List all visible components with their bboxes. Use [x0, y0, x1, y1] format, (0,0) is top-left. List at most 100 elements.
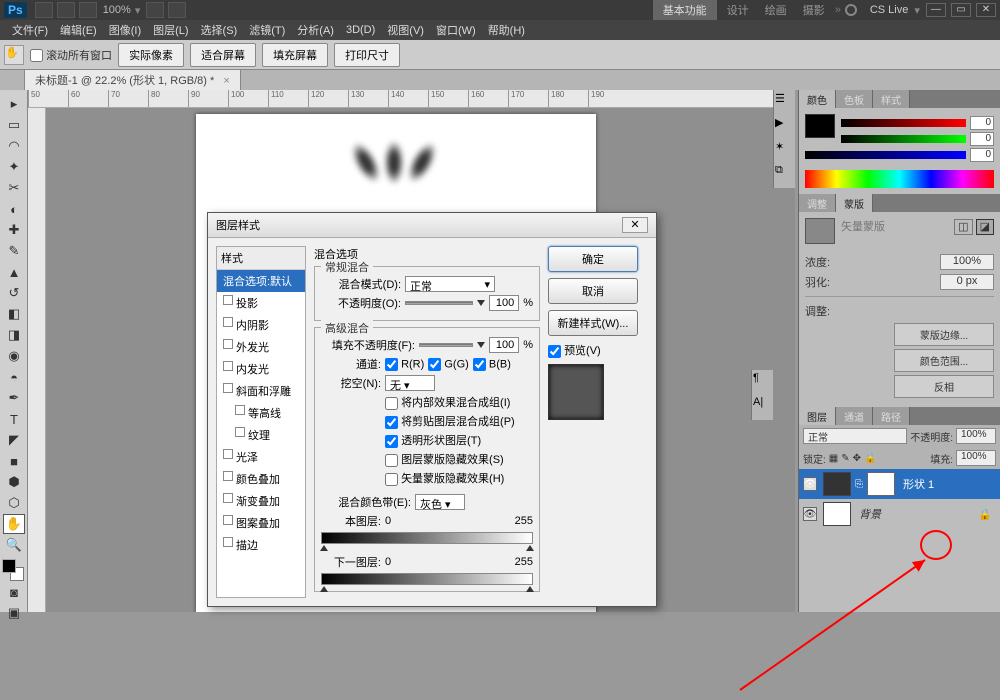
tab-adjust[interactable]: 调整 [799, 194, 836, 212]
style-item-texture[interactable]: 纹理 [217, 424, 305, 446]
minimize-button[interactable]: — [926, 3, 946, 17]
scroll-all-check[interactable]: 滚动所有窗口 [30, 47, 112, 63]
close-tab-icon[interactable]: × [223, 75, 229, 87]
preview-check[interactable]: 预览(V) [548, 345, 601, 357]
crop-tool-icon[interactable]: ✂ [3, 178, 25, 198]
character-panel-icon[interactable]: A| [753, 396, 773, 418]
mask-edge-button[interactable]: 蒙版边缘... [894, 323, 994, 346]
adv-check-3[interactable]: 透明形状图层(T) [385, 432, 481, 448]
ok-button[interactable]: 确定 [548, 246, 638, 272]
blur-tool-icon[interactable]: ◉ [3, 346, 25, 366]
layer-thumb[interactable] [823, 472, 851, 496]
print-size-button[interactable]: 打印尺寸 [334, 43, 400, 67]
menu-window[interactable]: 窗口(W) [430, 22, 482, 38]
adv-check-1[interactable]: 将内部效果混合成组(I) [385, 394, 510, 410]
this-layer-gradient[interactable] [321, 532, 533, 544]
blend-if-select[interactable]: 灰色 ▾ [415, 494, 465, 510]
heal-tool-icon[interactable]: ✚ [3, 220, 25, 240]
ch-b-check[interactable]: B(B) [473, 358, 511, 371]
vector-mask-thumb[interactable] [867, 472, 895, 496]
window-arrange-2-icon[interactable] [57, 2, 75, 18]
fit-screen-button[interactable]: 适合屏幕 [190, 43, 256, 67]
style-item-contour[interactable]: 等高线 [217, 402, 305, 424]
fill-opacity-slider[interactable] [419, 343, 473, 347]
style-item-gradoverlay[interactable]: 渐变叠加 [217, 490, 305, 512]
layer-thumb[interactable] [823, 502, 851, 526]
invert-button[interactable]: 反相 [894, 375, 994, 398]
new-style-button[interactable]: 新建样式(W)... [548, 310, 638, 336]
fg-bg-swatches[interactable] [2, 559, 24, 581]
gradient-tool-icon[interactable]: ◨ [3, 325, 25, 345]
opacity-slider[interactable] [405, 301, 473, 305]
fill-opacity-input[interactable]: 100 [489, 337, 519, 353]
tab-color[interactable]: 颜色 [799, 90, 836, 108]
actions-panel-icon[interactable]: ▶ [775, 116, 795, 138]
menu-analysis[interactable]: 分析(A) [291, 22, 340, 38]
close-button[interactable]: ✕ [976, 3, 996, 17]
color-range-button[interactable]: 颜色范围... [894, 349, 994, 372]
tab-paths[interactable]: 路径 [873, 407, 910, 425]
3d-tool-icon[interactable]: ⬢ [3, 472, 25, 492]
shape-tool-icon[interactable]: ■ [3, 451, 25, 471]
lock-pixel-icon[interactable]: ✎ [841, 453, 849, 464]
tab-masks[interactable]: 蒙版 [836, 194, 873, 212]
ch-g-check[interactable]: G(G) [428, 358, 469, 371]
tab-swatches[interactable]: 色板 [836, 90, 873, 108]
menu-help[interactable]: 帮助(H) [482, 22, 531, 38]
style-item-innerglow[interactable]: 内发光 [217, 358, 305, 380]
screenmode-icon[interactable]: ▣ [3, 603, 25, 623]
maximize-button[interactable]: ▭ [951, 3, 971, 17]
lasso-tool-icon[interactable]: ◠ [3, 136, 25, 156]
color-spectrum[interactable] [805, 170, 994, 188]
actual-pixels-button[interactable]: 实际像素 [118, 43, 184, 67]
ch-r-check[interactable]: R(R) [385, 358, 424, 371]
dialog-close-icon[interactable]: ✕ [622, 217, 648, 233]
blend-mode-select[interactable]: 正常 ▾ [405, 276, 495, 292]
marquee-tool-icon[interactable]: ▭ [3, 115, 25, 135]
document-tab[interactable]: 未标题-1 @ 22.2% (形状 1, RGB/8) * × [24, 69, 241, 90]
paragraph-panel-icon[interactable]: ¶ [753, 372, 773, 394]
color-swatch[interactable] [805, 114, 835, 138]
screen-mode-icon[interactable] [79, 2, 97, 18]
adv-check-5[interactable]: 矢量蒙版隐藏效果(H) [385, 470, 504, 486]
pen-tool-icon[interactable]: ✒ [3, 388, 25, 408]
history-brush-icon[interactable]: ↺ [3, 283, 25, 303]
feather-value[interactable]: 0 px [940, 274, 994, 290]
quickmask-icon[interactable]: ◙ [3, 582, 25, 602]
eraser-tool-icon[interactable]: ◧ [3, 304, 25, 324]
3d-cam-icon[interactable]: ⬡ [3, 493, 25, 513]
b-slider[interactable] [805, 151, 966, 159]
layer-row-bg[interactable]: 👁 背景 🔒 [799, 499, 1000, 529]
style-item-dropshadow[interactable]: 投影 [217, 292, 305, 314]
eyedrop-tool-icon[interactable]: ◐ [3, 199, 25, 219]
blend-mode-select[interactable]: 正常 [803, 428, 907, 444]
hand-tool-icon[interactable]: ✋ [3, 514, 25, 534]
lock-trans-icon[interactable]: ▦ [829, 453, 838, 464]
hand-tool-icon[interactable]: ✋ [4, 45, 24, 65]
r-slider[interactable] [841, 119, 966, 127]
mask-thumbnail[interactable] [805, 218, 835, 244]
menu-layer[interactable]: 图层(L) [147, 22, 194, 38]
b-value[interactable]: 0 [970, 148, 994, 162]
layer-visibility-icon[interactable]: 👁 [803, 477, 817, 491]
style-item-stroke[interactable]: 描边 [217, 534, 305, 556]
tab-styles[interactable]: 样式 [873, 90, 910, 108]
tab-channels[interactable]: 通道 [836, 407, 873, 425]
history-panel-icon[interactable]: ☰ [775, 92, 795, 114]
under-layer-gradient[interactable] [321, 573, 533, 585]
type-tool-icon[interactable]: T [3, 409, 25, 429]
style-item-outerglow[interactable]: 外发光 [217, 336, 305, 358]
style-item-bevel[interactable]: 斜面和浮雕 [217, 380, 305, 402]
stamp-tool-icon[interactable]: ▲ [3, 262, 25, 282]
g-value[interactable]: 0 [970, 132, 994, 146]
style-item-coloroverlay[interactable]: 颜色叠加 [217, 468, 305, 490]
wand-tool-icon[interactable]: ✦ [3, 157, 25, 177]
style-item-innershadow[interactable]: 内阴影 [217, 314, 305, 336]
g-slider[interactable] [841, 135, 966, 143]
path-sel-icon[interactable]: ◤ [3, 430, 25, 450]
window-arrange-icon[interactable] [35, 2, 53, 18]
menu-file[interactable]: 文件(F) [6, 22, 54, 38]
style-item-satin[interactable]: 光泽 [217, 446, 305, 468]
cancel-button[interactable]: 取消 [548, 278, 638, 304]
dialog-titlebar[interactable]: 图层样式 ✕ [208, 213, 656, 238]
